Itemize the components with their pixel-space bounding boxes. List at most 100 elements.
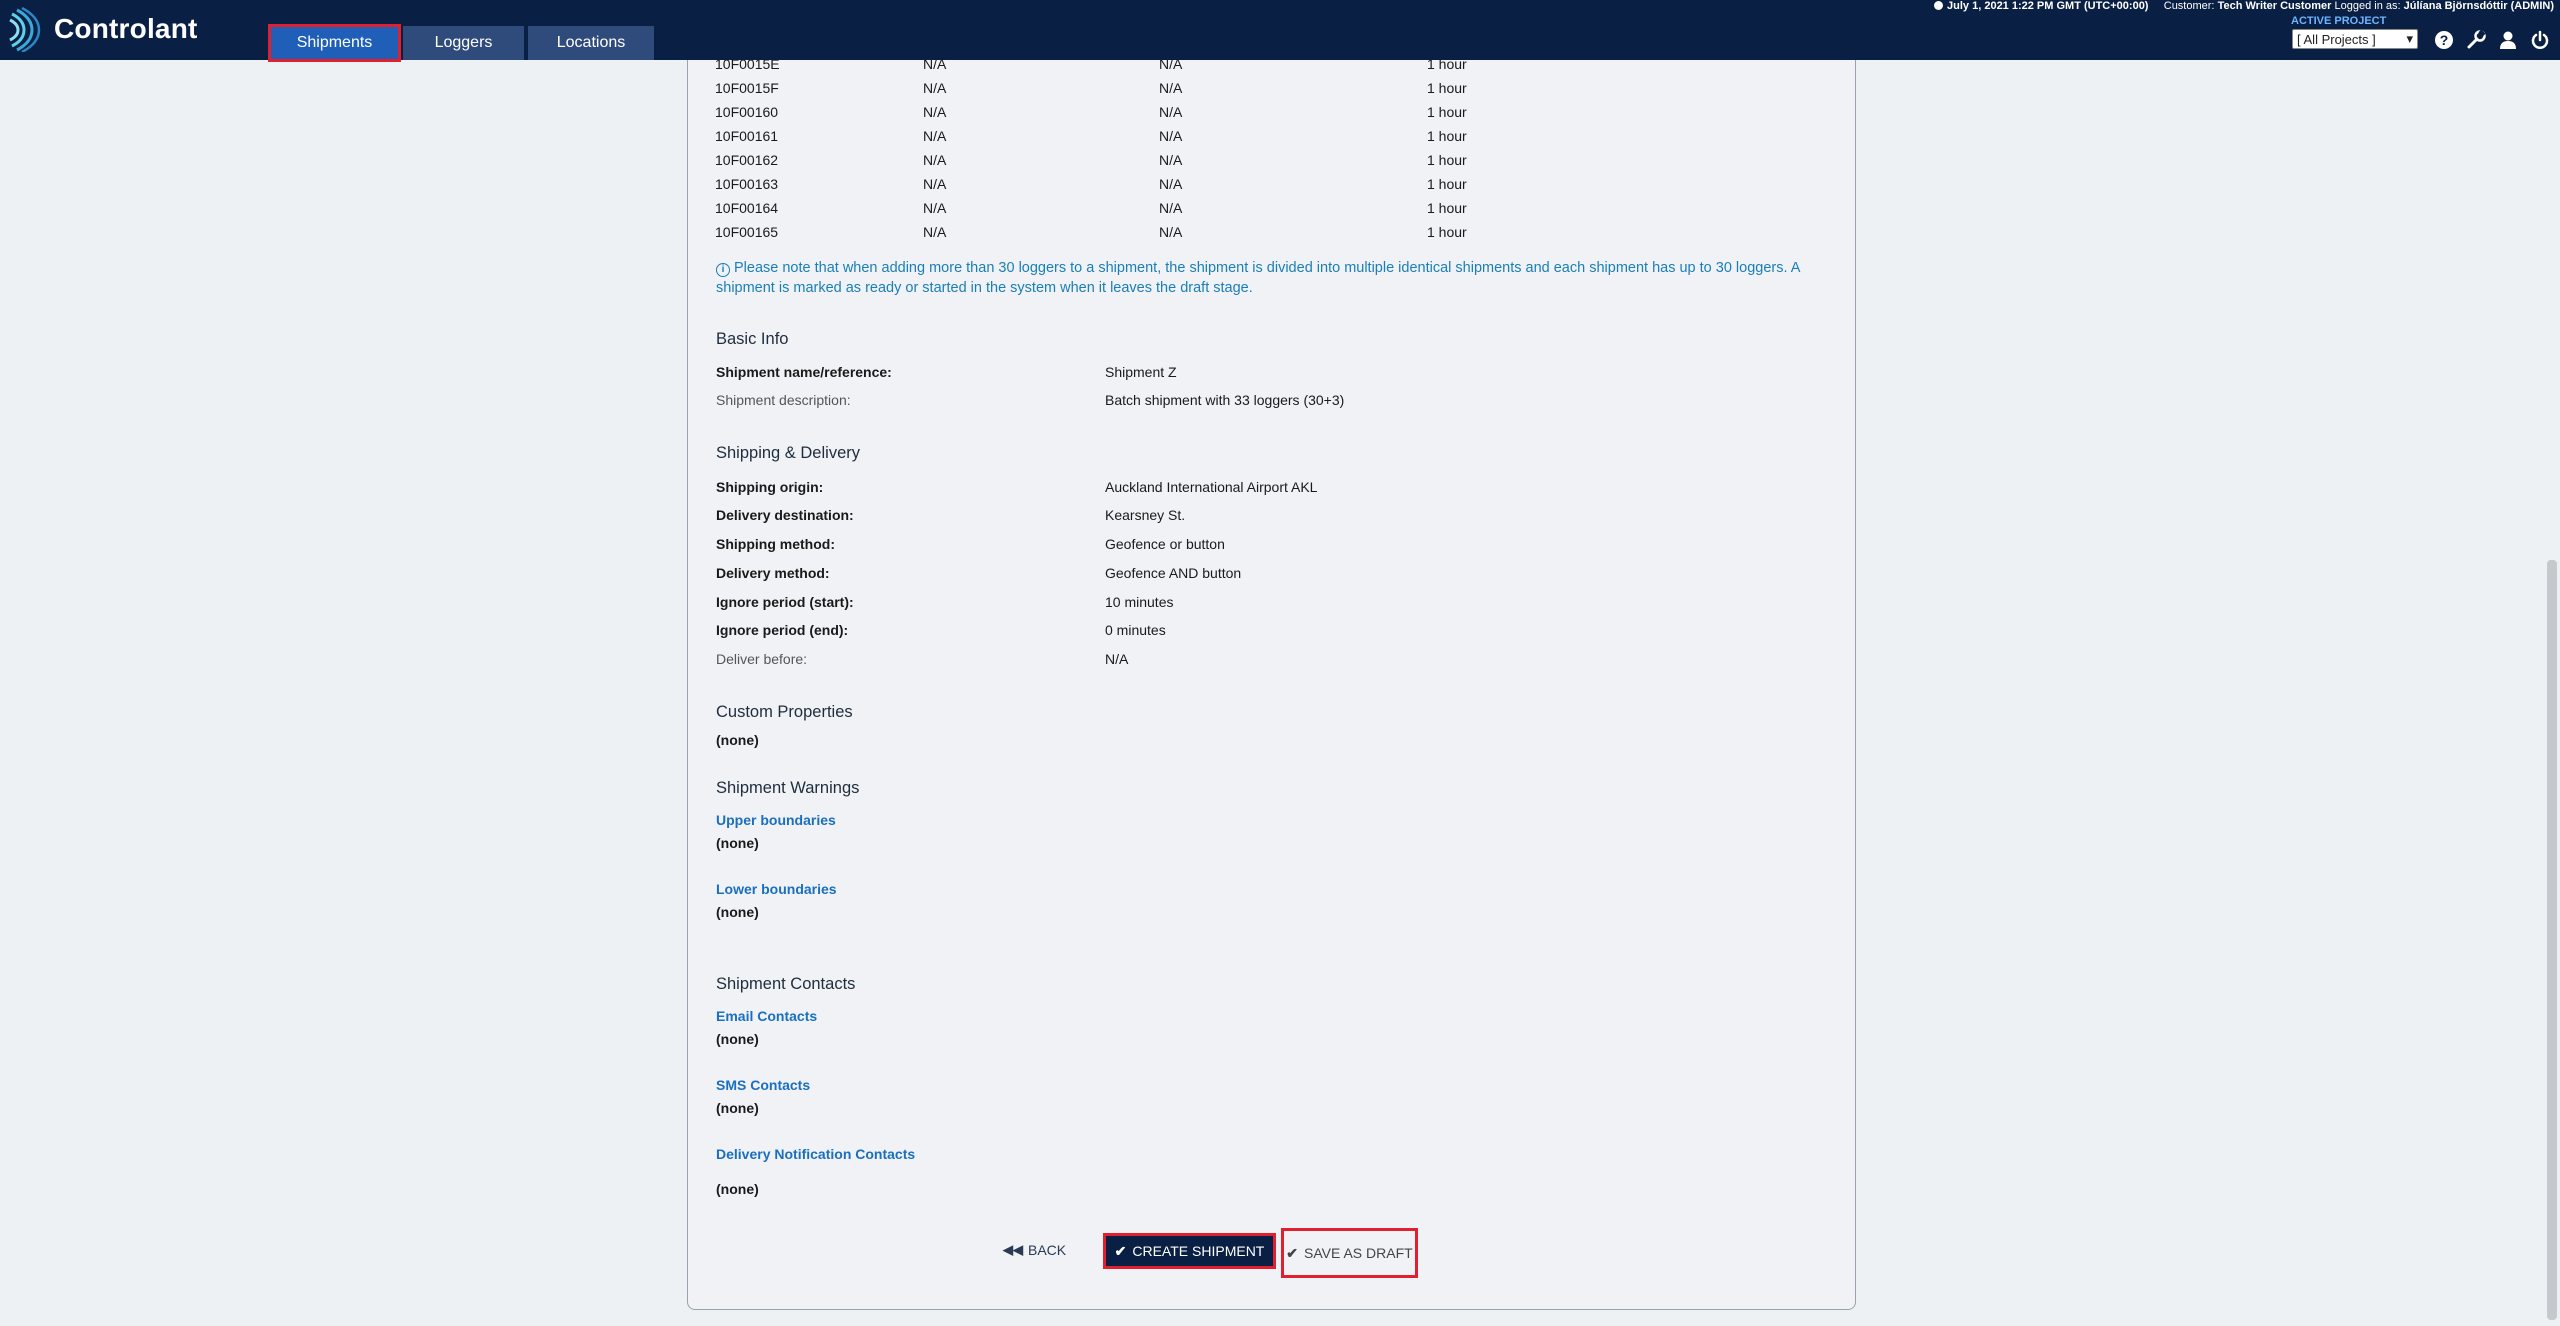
help-icon[interactable]: ? [2432,28,2456,52]
section-title-shipping-delivery: Shipping & Delivery [716,444,860,462]
upper-boundaries-link[interactable]: Upper boundaries [716,812,836,828]
table-row: 10F00161 N/A N/A 1 hour [715,128,1515,152]
tab-shipments[interactable]: Shipments [268,24,401,62]
wrench-icon[interactable] [2464,28,2488,52]
batch-info-note: i Please note that when adding more than … [716,258,1826,298]
field-value: Kearsney St. [1105,507,1186,523]
sms-contacts-link[interactable]: SMS Contacts [716,1077,810,1093]
tab-locations[interactable]: Locations [528,26,654,60]
logged-in-user: Júlíana Björnsdóttir (ADMIN) [2403,0,2554,12]
email-contacts-link[interactable]: Email Contacts [716,1008,817,1024]
logger-id: 10F00165 [715,224,779,240]
field-value: Geofence AND button [1105,565,1242,581]
custom-properties-value: (none) [716,732,759,748]
project-select-value: [ All Projects ] [2297,31,2376,47]
double-chevron-left-icon: ◀◀ [1003,1242,1023,1257]
delivery-notification-contacts-link[interactable]: Delivery Notification Contacts [716,1146,915,1162]
logger-col-a: N/A [923,128,947,144]
field-delivery-method: Delivery method: Geofence AND button [716,565,1816,587]
field-value: Shipment Z [1105,364,1177,380]
logger-interval: 1 hour [1427,104,1467,120]
field-label: Delivery method: [716,565,830,581]
logger-col-a: N/A [923,152,947,168]
logged-in-label: Logged in as: [2334,0,2401,12]
field-shipping-origin: Shipping origin: Auckland International … [716,479,1816,501]
logger-interval: 1 hour [1427,224,1467,240]
table-row: 10F00160 N/A N/A 1 hour [715,104,1515,128]
logger-col-b: N/A [1159,200,1183,216]
field-label: Shipping origin: [716,479,824,495]
lower-boundaries-value: (none) [716,904,759,920]
field-label: Shipping method: [716,536,835,552]
table-row: 10F0015F N/A N/A 1 hour [715,80,1515,104]
field-delivery-destination: Delivery destination: Kearsney St. [716,507,1816,529]
top-navigation-bar: Controlant Shipments Loggers Locations J… [0,0,2560,62]
field-label: Shipment name/reference: [716,364,892,380]
current-datetime: July 1, 2021 1:22 PM GMT (UTC+00:00) [1947,0,2149,12]
back-button-label: BACK [1028,1242,1067,1258]
create-shipment-label: CREATE SHIPMENT [1132,1243,1265,1259]
logger-interval: 1 hour [1427,176,1467,192]
field-ignore-period-end: Ignore period (end): 0 minutes [716,622,1816,644]
logger-id: 10F00160 [715,104,779,120]
logger-interval: 1 hour [1427,128,1467,144]
create-shipment-button[interactable]: ✔ CREATE SHIPMENT [1103,1233,1276,1269]
logger-col-a: N/A [923,80,947,96]
brand-logo[interactable]: Controlant [8,6,198,52]
active-project-label: ACTIVE PROJECT [2291,15,2387,27]
logger-col-a: N/A [923,200,947,216]
field-shipment-name: Shipment name/reference: Shipment Z [716,364,1816,386]
field-deliver-before: Deliver before: N/A [716,651,1816,673]
field-value: N/A [1105,651,1129,667]
table-row: 10F00165 N/A N/A 1 hour [715,224,1515,248]
section-title-shipment-warnings: Shipment Warnings [716,779,860,797]
upper-boundaries-value: (none) [716,835,759,851]
field-ignore-period-start: Ignore period (start): 10 minutes [716,594,1816,616]
logger-col-b: N/A [1159,224,1183,240]
table-row: 10F00162 N/A N/A 1 hour [715,152,1515,176]
page-scrollbar-thumb[interactable] [2547,560,2557,1320]
logger-col-a: N/A [923,176,947,192]
field-value: 10 minutes [1105,594,1174,610]
checkmark-icon: ✔ [1286,1244,1299,1261]
field-value: Geofence or button [1105,536,1225,552]
session-status: July 1, 2021 1:22 PM GMT (UTC+00:00) Cus… [1934,0,2554,12]
save-as-draft-label: SAVE AS DRAFT [1304,1245,1413,1261]
field-value: 0 minutes [1105,622,1166,638]
logger-col-b: N/A [1159,104,1183,120]
customer-value: Tech Writer Customer [2217,0,2332,12]
logger-id: 10F00163 [715,176,779,192]
logger-col-b: N/A [1159,128,1183,144]
logger-col-a: N/A [923,224,947,240]
field-label: Shipment description: [716,392,851,408]
clock-icon [1934,1,1944,10]
chevron-down-icon: ▾ [2406,31,2413,46]
section-title-shipment-contacts: Shipment Contacts [716,975,856,993]
svg-text:?: ? [2440,32,2449,48]
logger-interval: 1 hour [1427,80,1467,96]
user-icon[interactable] [2496,28,2520,52]
table-row: 10F00164 N/A N/A 1 hour [715,200,1515,224]
field-label: Ignore period (end): [716,622,849,638]
project-select[interactable]: [ All Projects ] ▾ [2292,29,2418,49]
main-nav: Shipments Loggers Locations [268,24,658,62]
table-row: 10F00163 N/A N/A 1 hour [715,176,1515,200]
save-as-draft-button[interactable]: ✔ SAVE AS DRAFT [1281,1228,1418,1278]
top-icon-group: ? [2432,28,2552,52]
checkmark-icon: ✔ [1114,1242,1127,1259]
power-icon[interactable] [2528,28,2552,52]
logger-id: 10F00161 [715,128,779,144]
logger-id: 10F00162 [715,152,779,168]
logger-interval: 1 hour [1427,152,1467,168]
field-label: Ignore period (start): [716,594,854,610]
back-button[interactable]: ◀◀ BACK [1003,1242,1066,1258]
field-shipment-description: Shipment description: Batch shipment wit… [716,392,1816,414]
info-icon: i [716,263,730,277]
logger-col-b: N/A [1159,152,1183,168]
lower-boundaries-link[interactable]: Lower boundaries [716,881,837,897]
customer-label: Customer: [2163,0,2215,12]
field-label: Deliver before: [716,651,808,667]
tab-loggers[interactable]: Loggers [403,26,524,60]
delivery-notification-contacts-value: (none) [716,1181,759,1197]
field-value: Auckland International Airport AKL [1105,479,1318,495]
